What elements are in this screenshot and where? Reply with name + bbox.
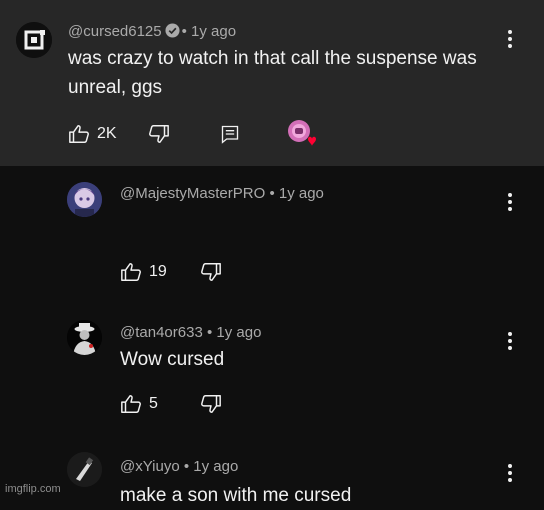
comment-meta: @xYiuyo • 1y ago [120, 458, 238, 475]
comment-time[interactable]: • 1y ago [182, 23, 236, 40]
verified-check-icon [165, 23, 180, 42]
thumbs-up-icon [69, 125, 89, 143]
reply-comment: @xYiuyo • 1y ago make a son with me curs… [0, 442, 544, 506]
reply-comment: @MajestyMasterPRO • 1y ago 19 [0, 166, 544, 302]
comment-time[interactable]: • 1y ago [184, 458, 238, 475]
more-vertical-icon [508, 464, 512, 468]
reply-button[interactable] [220, 122, 240, 146]
like-count: 19 [149, 263, 167, 280]
comment-text: Wow cursed [120, 349, 225, 370]
like-count: 5 [149, 395, 158, 412]
thumbs-up-icon [121, 395, 141, 413]
watermark: imgflip.com [5, 483, 61, 495]
comment-meta: @tan4or633 • 1y ago [120, 324, 261, 341]
more-actions-button[interactable] [500, 329, 520, 353]
comment-text: was crazy to watch in that call the susp… [68, 48, 477, 98]
thumbs-down-icon [201, 395, 221, 413]
anime-avatar-icon [67, 182, 102, 217]
reply-comment: @tan4or633 • 1y ago Wow cursed 5 [0, 302, 544, 442]
more-actions-button[interactable] [500, 190, 520, 214]
creator-heart-icon [286, 118, 318, 150]
more-vertical-icon [508, 193, 512, 197]
thumbs-down-icon [149, 125, 169, 143]
more-actions-button[interactable] [500, 27, 520, 51]
masked-figure-avatar-icon [67, 320, 102, 355]
like-count: 2K [97, 125, 117, 142]
comment-time[interactable]: • 1y ago [207, 324, 261, 341]
comment-meta: @cursed6125 • 1y ago [68, 23, 236, 42]
avatar[interactable] [67, 182, 102, 217]
like-button[interactable]: 19 [120, 260, 167, 284]
avatar[interactable] [67, 320, 102, 355]
knife-avatar-icon [67, 452, 102, 487]
dislike-button[interactable] [200, 260, 222, 284]
more-vertical-icon [508, 332, 512, 336]
comment-time[interactable]: • 1y ago [269, 185, 323, 202]
like-button[interactable]: 5 [120, 392, 158, 416]
cursed-logo-icon [16, 22, 52, 58]
author-handle[interactable]: @xYiuyo [120, 458, 180, 475]
like-button[interactable]: 2K [68, 122, 117, 146]
author-handle[interactable]: @tan4or633 [120, 324, 203, 341]
highlighted-comment: @cursed6125 • 1y ago was crazy to watch i… [0, 0, 544, 166]
more-vertical-icon [508, 30, 512, 34]
thumbs-up-icon [121, 263, 141, 281]
author-handle[interactable]: @cursed6125 [68, 23, 162, 40]
comment-meta: @MajestyMasterPRO • 1y ago [120, 185, 324, 202]
dislike-button[interactable] [148, 122, 170, 146]
comment-text: make a son with me cursed [120, 485, 352, 506]
reply-icon [221, 125, 239, 144]
avatar[interactable] [16, 22, 52, 58]
avatar[interactable] [67, 452, 102, 487]
dislike-button[interactable] [200, 392, 222, 416]
thumbs-down-icon [201, 263, 221, 281]
more-actions-button[interactable] [500, 461, 520, 485]
author-handle[interactable]: @MajestyMasterPRO [120, 185, 265, 202]
